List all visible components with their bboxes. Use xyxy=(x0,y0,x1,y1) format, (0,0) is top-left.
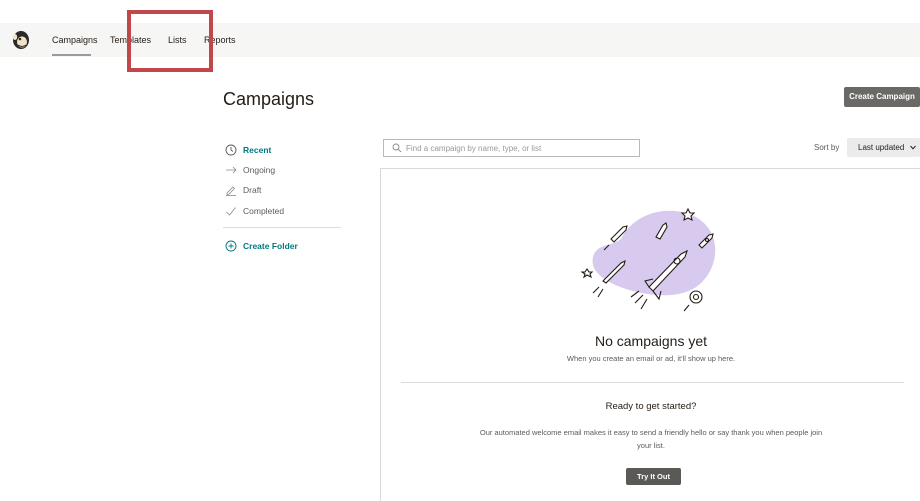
sidebar-item-label: Completed xyxy=(243,206,285,216)
pencil-icon xyxy=(226,186,236,196)
sidebar-item-label: Ongoing xyxy=(243,165,276,175)
sidebar-item-draft[interactable]: Draft xyxy=(225,183,345,197)
sort-label: Sort by xyxy=(814,143,840,152)
page-title: Campaigns xyxy=(223,89,315,109)
chevron-down-icon xyxy=(910,145,916,150)
create-folder-label: Create Folder xyxy=(243,241,298,251)
campaign-search[interactable] xyxy=(383,139,640,157)
ready-description: Our automated welcome email makes it eas… xyxy=(479,428,823,450)
create-campaign-button[interactable]: Create Campaign xyxy=(844,87,920,107)
sidebar-item-recent[interactable]: Recent xyxy=(225,143,345,157)
checkmark-icon xyxy=(226,207,236,216)
sidebar-item-ongoing[interactable]: Ongoing xyxy=(225,163,345,177)
create-folder-button[interactable]: Create Folder xyxy=(225,239,345,253)
empty-state-card: No campaigns yet When you create an emai… xyxy=(380,168,920,501)
clock-icon xyxy=(225,144,237,156)
search-input[interactable] xyxy=(406,141,634,155)
sidebar-divider xyxy=(223,227,341,228)
search-icon xyxy=(392,143,402,153)
empty-state-subtitle: When you create an email or ad, it'll sh… xyxy=(566,354,736,363)
rockets-illustration-icon xyxy=(581,207,716,312)
sort-value: Last updated xyxy=(858,143,905,152)
sidebar-item-label: Recent xyxy=(243,145,272,155)
sort-dropdown[interactable]: Last updated xyxy=(847,138,920,157)
active-tab-indicator xyxy=(52,54,91,56)
highlight-annotation xyxy=(127,10,213,72)
nav-campaigns[interactable]: Campaigns xyxy=(52,35,98,45)
empty-state-title: No campaigns yet xyxy=(594,333,708,349)
try-it-out-button[interactable]: Try It Out xyxy=(626,468,681,485)
sidebar-item-label: Draft xyxy=(243,185,262,195)
arrow-right-icon xyxy=(226,166,237,174)
mailchimp-logo-icon[interactable] xyxy=(9,27,33,51)
card-divider xyxy=(401,382,904,383)
ready-title: Ready to get started? xyxy=(605,401,697,412)
plus-circle-icon xyxy=(225,240,237,252)
sidebar-item-completed[interactable]: Completed xyxy=(225,204,345,218)
